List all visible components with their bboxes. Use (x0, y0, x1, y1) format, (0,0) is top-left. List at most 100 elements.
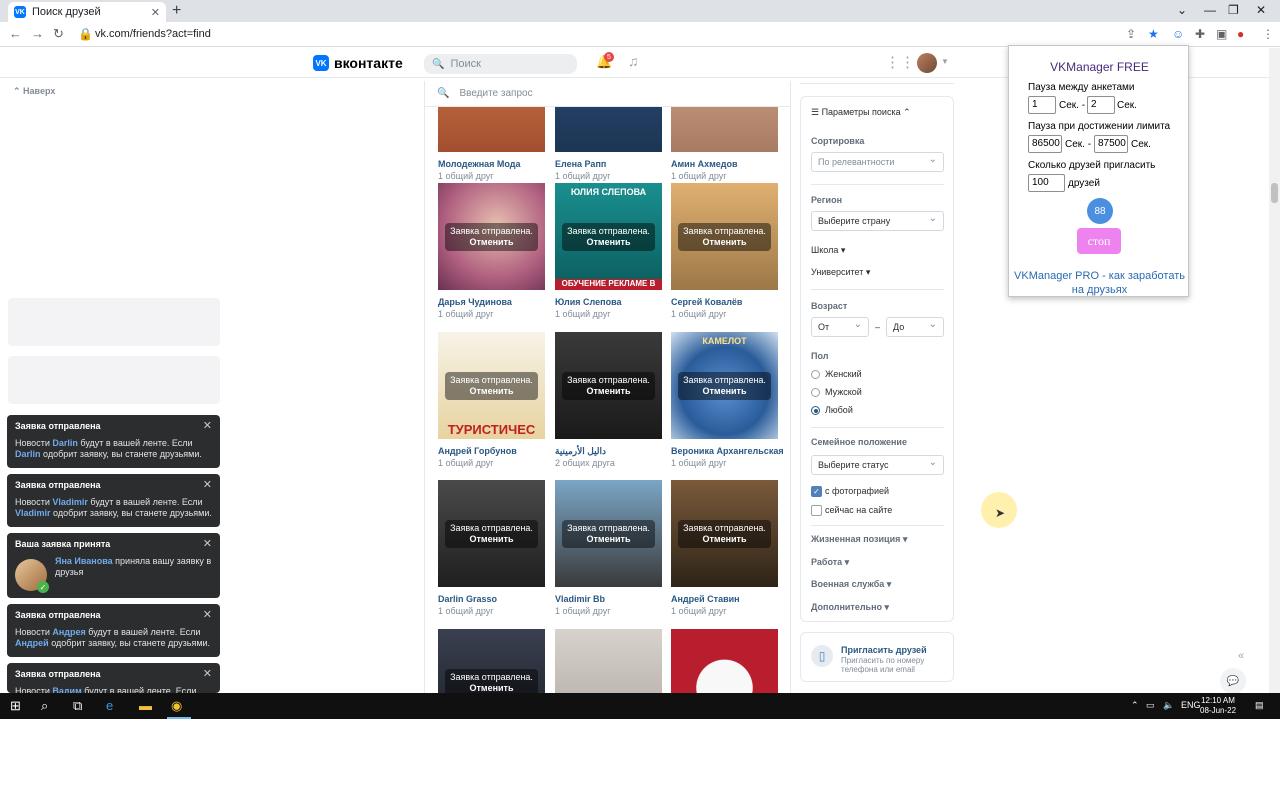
taskbar-clock[interactable]: 12:10 AM 08-Jun-22 (1200, 696, 1236, 716)
notification-user-link[interactable]: Вадим (52, 686, 81, 693)
mutual-friends[interactable]: 1 общий друг (438, 458, 494, 468)
cancel-request-button[interactable]: Отменить (445, 683, 538, 693)
online-now-label[interactable]: сейчас на сайте (825, 505, 892, 515)
header-avatar[interactable] (917, 53, 937, 73)
notification-toast[interactable]: Заявка отправлена ✕ Новости Vladimir будут… (7, 474, 220, 527)
notification-user-link[interactable]: Darlin (52, 438, 78, 448)
tab-search-icon[interactable]: ⌄ (1177, 3, 1187, 17)
person-name[interactable]: Андрей Горбунов (438, 446, 517, 456)
cancel-request-button[interactable]: Отменить (678, 534, 771, 545)
friends-search-input[interactable]: 🔍 Введите запрос (425, 81, 790, 107)
person-card[interactable]: КАМЕЛОТ Заявка отправлена. Отменить Вероник… (671, 332, 784, 492)
address-bar[interactable]: vk.com/friends?act=find (95, 28, 211, 40)
site-info-icon[interactable]: 🔒 (78, 27, 93, 41)
limit-to-input[interactable]: 87500 (1094, 135, 1128, 153)
tab-close-icon[interactable]: ✕ (151, 6, 160, 19)
person-name[interactable]: Юлия Слепова (555, 297, 622, 307)
volume-icon[interactable]: 🔈 (1163, 700, 1174, 711)
notification-user-link[interactable]: Яна Иванова (55, 556, 113, 566)
chevron-down-icon[interactable]: ▼ (941, 57, 949, 66)
request-sent-overlay[interactable]: Заявка отправлена. Отменить (445, 372, 538, 400)
file-explorer-icon[interactable]: ▬ (139, 698, 152, 713)
person-photo[interactable]: ЮЛИЯ СЛЕПОВА ОБУЧЕНИЕ РЕКЛАМЕ В Заявка отп… (555, 183, 662, 290)
task-view-icon[interactable]: ⧉ (73, 698, 82, 714)
cancel-request-button[interactable]: Отменить (678, 386, 771, 397)
notification-toast[interactable]: Заявка отправлена ✕ Новости Андрея будут в… (7, 604, 220, 657)
music-icon[interactable]: ♫ (628, 53, 639, 69)
age-to-select[interactable]: До (886, 317, 944, 337)
header-search-input[interactable]: 🔍 Поиск (424, 54, 577, 74)
mutual-friends[interactable]: 1 общий друг (671, 606, 727, 616)
cancel-request-button[interactable]: Отменить (445, 534, 538, 545)
page-scrollbar[interactable] (1269, 48, 1280, 693)
cancel-request-button[interactable]: Отменить (562, 237, 655, 248)
request-sent-overlay[interactable]: Заявка отправлена. Отменить (445, 223, 538, 251)
school-toggle[interactable]: Школа ▾ (811, 245, 845, 256)
invite-friends-card[interactable]: ▯ Пригласить друзей Пригласить по номеру… (800, 632, 954, 682)
vk-logo[interactable]: VK вконтакте (313, 55, 403, 71)
gender-female-label[interactable]: Женский (825, 369, 862, 379)
mutual-friends[interactable]: 1 общий друг (555, 309, 611, 319)
cancel-request-button[interactable]: Отменить (562, 386, 655, 397)
close-window-button[interactable]: ✕ (1256, 3, 1266, 17)
person-card[interactable]: Заявка отправлена. Отменить Darlin Grasso 1… (438, 480, 545, 640)
person-photo[interactable]: Заявка отправлена. Отменить (438, 480, 545, 587)
forward-button[interactable]: → (31, 26, 44, 41)
notification-toast[interactable]: Ваша заявка принята ✕ ✓ Яна Иванова приняла… (7, 533, 220, 598)
cancel-request-button[interactable]: Отменить (445, 237, 538, 248)
windows-start-icon[interactable]: ⊞ (10, 698, 21, 714)
notification-user-link[interactable]: Андрей (15, 638, 49, 648)
mutual-friends[interactable]: 2 общих друга (555, 458, 615, 468)
marital-status-select[interactable]: Выберите статус (811, 455, 944, 475)
tray-chevron-icon[interactable]: ⌃ (1131, 700, 1139, 711)
request-sent-overlay[interactable]: Заявка отправлена. Отменить (678, 223, 771, 251)
scrollbar-thumb[interactable] (1271, 183, 1278, 203)
close-icon[interactable]: ✕ (203, 537, 212, 550)
request-sent-overlay[interactable]: Заявка отправлена. Отменить (445, 669, 538, 693)
search-params-toggle[interactable]: ☰ Параметры поиска ⌃ (811, 107, 911, 118)
person-card[interactable]: Заявка отправлена. Отменить Дарья Чудинова… (438, 183, 545, 343)
extensions-puzzle-icon[interactable]: ✚ (1195, 27, 1205, 41)
person-photo[interactable]: Заявка отправлена. Отменить (555, 480, 662, 587)
network-icon[interactable]: ▭ (1146, 700, 1155, 711)
age-from-select[interactable]: От (811, 317, 869, 337)
person-photo[interactable]: КАМЕЛОТ Заявка отправлена. Отменить (671, 332, 778, 439)
sort-select[interactable]: По релевантности (811, 152, 944, 172)
minimize-button[interactable]: — (1204, 3, 1216, 17)
close-icon[interactable]: ✕ (203, 608, 212, 621)
bookmark-star-icon[interactable]: ★ (1148, 27, 1159, 41)
maximize-button[interactable]: ❐ (1228, 3, 1239, 17)
person-card[interactable]: Заявка отправлена. Отменить Vladimir Bb 1 о… (555, 480, 662, 640)
mutual-friends[interactable]: 1 общий друг (438, 171, 494, 181)
cancel-request-button[interactable]: Отменить (562, 534, 655, 545)
chrome-icon[interactable]: ◉ (171, 698, 182, 714)
person-name[interactable]: Молодежная Мода (438, 159, 521, 169)
notification-user-link[interactable]: Андрея (52, 627, 85, 637)
person-card[interactable]: ТУРИСТИЧЕС Заявка отправлена. Отменить Андр… (438, 332, 545, 492)
collapse-chats-icon[interactable]: « (1238, 650, 1244, 662)
person-photo[interactable] (555, 629, 662, 693)
university-toggle[interactable]: Университет ▾ (811, 267, 870, 278)
pause-to-input[interactable]: 2 (1087, 96, 1115, 114)
notification-user-link[interactable]: Vladimir (52, 497, 88, 507)
mutual-friends[interactable]: 1 общий друг (671, 309, 727, 319)
person-name[interactable]: Вероника Архангельская (671, 446, 784, 456)
mutual-friends[interactable]: 1 общий друг (438, 606, 494, 616)
cancel-request-button[interactable]: Отменить (445, 386, 538, 397)
cancel-request-button[interactable]: Отменить (678, 237, 771, 248)
request-sent-overlay[interactable]: Заявка отправлена. Отменить (562, 223, 655, 251)
country-select[interactable]: Выберите страну (811, 211, 944, 231)
invite-count-input[interactable]: 100 (1028, 174, 1065, 192)
life-position-toggle[interactable]: Жизненная позиция ▾ (811, 534, 907, 545)
chat-bubble-icon[interactable]: 💬 (1220, 668, 1246, 693)
close-icon[interactable]: ✕ (203, 478, 212, 491)
language-indicator[interactable]: ENG (1181, 700, 1201, 710)
military-toggle[interactable]: Военная служба ▾ (811, 579, 891, 590)
mutual-friends[interactable]: 1 общий друг (671, 171, 727, 181)
person-name[interactable]: داليل الأرمينية (555, 446, 606, 457)
request-sent-overlay[interactable]: Заявка отправлена. Отменить (678, 520, 771, 548)
person-card[interactable] (671, 629, 778, 693)
request-sent-overlay[interactable]: Заявка отправлена. Отменить (678, 372, 771, 400)
person-name[interactable]: Андрей Ставин (671, 594, 740, 604)
action-center-icon[interactable]: ▤ (1255, 700, 1264, 711)
